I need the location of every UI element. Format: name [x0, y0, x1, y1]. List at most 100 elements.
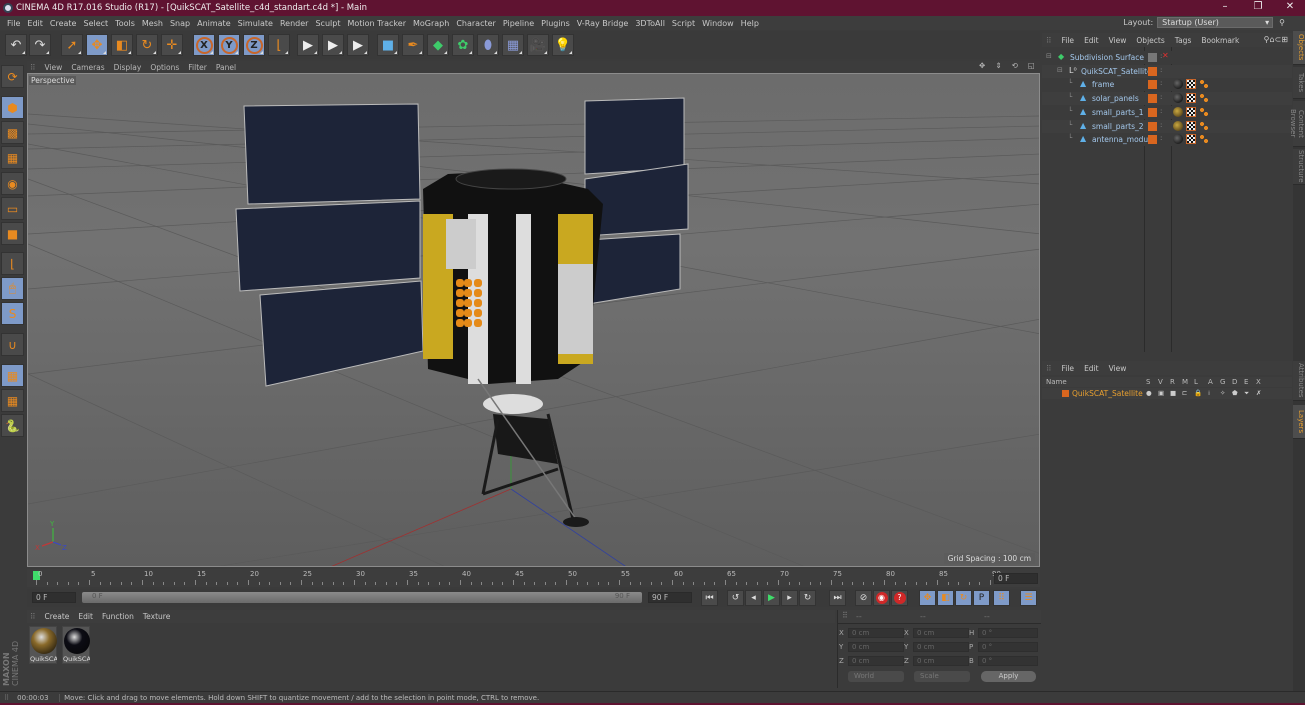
object-name[interactable]: solar_panels: [1092, 94, 1139, 103]
tree-expander[interactable]: ⊟: [1046, 52, 1052, 60]
camera-label[interactable]: Perspective: [29, 76, 77, 85]
layer-column-a[interactable]: A: [1208, 378, 1213, 386]
frame-range-slider[interactable]: 0 F 90 F: [82, 592, 642, 603]
visibility-dots-icon[interactable]: :: [1160, 107, 1162, 115]
menu-edit[interactable]: Edit: [27, 19, 43, 28]
tree-expander[interactable]: ⊟: [1057, 66, 1063, 74]
viewport-menu-options[interactable]: Options: [150, 63, 179, 72]
layer-color-swatch[interactable]: [1062, 390, 1069, 397]
material-swatch[interactable]: QuikSCA: [62, 626, 90, 664]
previous-key-button[interactable]: ↺: [727, 590, 744, 606]
viewport-menu-view[interactable]: View: [45, 63, 63, 72]
side-tab-content-browser[interactable]: Content Browser: [1289, 101, 1305, 147]
layer-column-l[interactable]: L: [1194, 378, 1198, 386]
menu-file[interactable]: File: [7, 19, 20, 28]
object-name[interactable]: QuikSCAT_Satellite: [1081, 67, 1152, 76]
layer-column-m[interactable]: M: [1182, 378, 1188, 386]
live-selection-button[interactable]: ➚: [61, 34, 83, 56]
material-menu-texture[interactable]: Texture: [143, 612, 170, 621]
visibility-dots-icon[interactable]: :: [1160, 79, 1162, 87]
z-axis-button[interactable]: Z: [243, 34, 265, 56]
material-tag-icon[interactable]: [1173, 106, 1183, 117]
texture-tag-icon[interactable]: [1186, 93, 1196, 104]
layer-color-swatch[interactable]: [1148, 135, 1157, 145]
visibility-dots-icon[interactable]: :: [1160, 93, 1162, 101]
material-menu-function[interactable]: Function: [102, 612, 134, 621]
object-menu-view[interactable]: View: [1109, 36, 1127, 45]
record-keys-button[interactable]: ◉: [873, 590, 890, 606]
tree-expander[interactable]: └: [1068, 107, 1072, 115]
snap-button[interactable]: ∪: [1, 333, 24, 356]
key-scale-button[interactable]: ◧: [937, 590, 954, 606]
object-name[interactable]: small_parts_1: [1092, 108, 1144, 117]
record-off-button[interactable]: ⊘: [855, 590, 872, 606]
uvw-tag-icon[interactable]: [1199, 120, 1209, 131]
object-name[interactable]: antenna_module: [1092, 135, 1155, 144]
side-tab-takes[interactable]: Takes: [1293, 67, 1305, 99]
y-axis-button[interactable]: Y: [218, 34, 240, 56]
layer-column-e[interactable]: E: [1244, 378, 1248, 386]
menu-mograph[interactable]: MoGraph: [413, 19, 449, 28]
menu-select[interactable]: Select: [83, 19, 108, 28]
layer-toggle-icon[interactable]: ●: [1146, 389, 1152, 397]
viewport-menu-filter[interactable]: Filter: [188, 63, 207, 72]
camera-button[interactable]: 🎥: [527, 34, 549, 56]
menu-simulate[interactable]: Simulate: [238, 19, 273, 28]
make-editable-button[interactable]: ⟳: [1, 65, 24, 88]
object-row[interactable]: ⊟ L⁰ QuikSCAT_Satellite:: [1042, 64, 1292, 78]
uvw-tag-icon[interactable]: [1199, 79, 1209, 90]
object-name[interactable]: small_parts_2: [1092, 122, 1144, 131]
material-tag-icon[interactable]: [1173, 120, 1183, 131]
key-rotation-button[interactable]: ↻: [955, 590, 972, 606]
rotate-button[interactable]: ↻: [136, 34, 158, 56]
uvw-tag-icon[interactable]: [1199, 93, 1209, 104]
polygons-mode-button[interactable]: ■: [1, 222, 24, 245]
layer-menu-edit[interactable]: Edit: [1084, 364, 1099, 373]
texture-mode-button[interactable]: ▩: [1, 121, 24, 144]
timeline-window-button[interactable]: ☰: [1020, 590, 1037, 606]
start-frame-field[interactable]: 0 F: [32, 592, 76, 603]
tree-expander[interactable]: └: [1068, 134, 1072, 142]
previous-frame-button[interactable]: ◂: [745, 590, 762, 606]
new-panel-icon[interactable]: ⊞: [1281, 35, 1288, 44]
layer-toggle-icon[interactable]: 🔒: [1194, 389, 1202, 397]
visibility-dots-icon[interactable]: :: [1160, 134, 1162, 142]
floor-button[interactable]: ▦: [502, 34, 524, 56]
coord-system-dropdown[interactable]: World: [848, 671, 904, 682]
uvw-tag-icon[interactable]: [1199, 134, 1209, 145]
coord-field[interactable]: 0 cm: [913, 628, 969, 638]
material-tag-icon[interactable]: [1173, 134, 1183, 145]
render-view-button[interactable]: ▶: [297, 34, 319, 56]
points-mode-button[interactable]: ◉: [1, 172, 24, 195]
layer-toggle-icon[interactable]: ■: [1170, 389, 1176, 397]
menu-3dtoall[interactable]: 3DToAll: [635, 19, 665, 28]
coord-field[interactable]: 0 cm: [913, 642, 969, 652]
material-swatch[interactable]: QuikSCA: [29, 626, 57, 664]
menu-help[interactable]: Help: [741, 19, 759, 28]
material-menu-create[interactable]: Create: [45, 612, 70, 621]
object-menu-tags[interactable]: Tags: [1175, 36, 1192, 45]
next-key-button[interactable]: ↻: [799, 590, 816, 606]
menu-create[interactable]: Create: [50, 19, 77, 28]
axis-mode-button[interactable]: ⌊: [1, 252, 24, 275]
object-row[interactable]: └ ▲ small_parts_1:: [1042, 105, 1292, 119]
recent-tool-button[interactable]: ✛: [161, 34, 183, 56]
light-button[interactable]: 💡: [552, 34, 574, 56]
python-button[interactable]: 🐍: [1, 414, 24, 437]
layer-menu-view[interactable]: View: [1109, 364, 1127, 373]
layer-column-r[interactable]: R: [1170, 378, 1175, 386]
menu-snap[interactable]: Snap: [170, 19, 190, 28]
viewport-menu-panel[interactable]: Panel: [216, 63, 236, 72]
layer-row[interactable]: QuikSCAT_Satellite ● ▣ ■ ⊏ 🔒 ⁞ ✧ ⬟ ⏷ ✗: [1042, 388, 1292, 399]
object-menu-objects[interactable]: Objects: [1136, 36, 1164, 45]
x-axis-button[interactable]: X: [193, 34, 215, 56]
menu-mesh[interactable]: Mesh: [142, 19, 163, 28]
menu-window[interactable]: Window: [702, 19, 734, 28]
model-mode-button[interactable]: ⬢: [1, 96, 24, 119]
object-name[interactable]: Subdivision Surface: [1070, 53, 1144, 62]
layer-toggle-icon[interactable]: ⏷: [1244, 389, 1249, 398]
coordinate-system-button[interactable]: ⌊: [268, 34, 290, 56]
go-to-start-button[interactable]: ⏮: [701, 590, 718, 606]
key-pla-button[interactable]: ⠿: [993, 590, 1010, 606]
object-row[interactable]: ⊟ ◆ Subdivision Surface ✕:: [1042, 51, 1292, 64]
